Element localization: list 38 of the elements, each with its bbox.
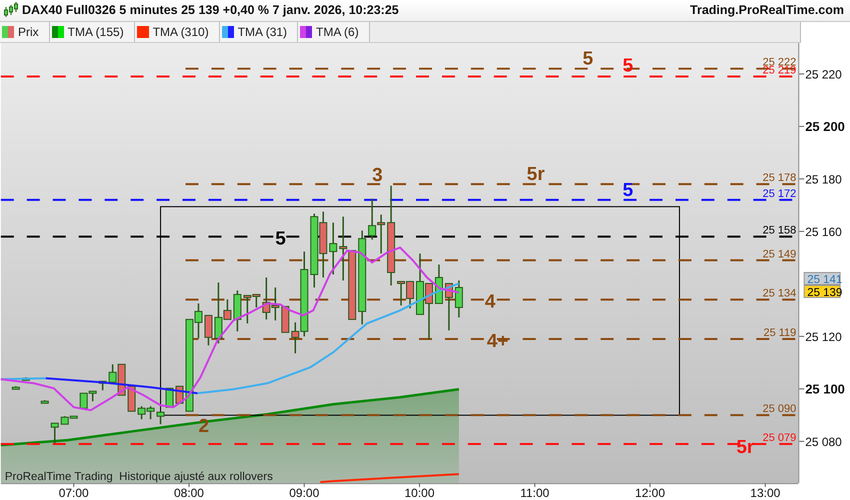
x-axis-label: 09:00 bbox=[289, 486, 320, 500]
footer-note: ProRealTime Trading Historique ajusté aux rollovers bbox=[4, 471, 273, 484]
chart-title: DAX40 Full0326 5 minutes 25 139 +0,40 % 7 janv. 2026, 10:23:25 bbox=[22, 3, 399, 18]
wave-label: 3 bbox=[372, 165, 383, 186]
site-name: Trading.ProRealTime.com bbox=[690, 3, 844, 18]
wave-label: 5 bbox=[622, 180, 634, 201]
y-axis-label: 25 180 bbox=[805, 172, 842, 186]
y-axis-label: 25 100 bbox=[805, 381, 845, 396]
y-axis-label: 25 120 bbox=[805, 330, 842, 344]
wave-label: 4 bbox=[484, 292, 496, 313]
candlestick-icon bbox=[4, 2, 18, 18]
level-price-label: 25 158 bbox=[762, 224, 796, 237]
level-price-label: 25 178 bbox=[762, 172, 796, 184]
y-axis-label: 25 080 bbox=[805, 434, 842, 449]
level-price-label: 25 079 bbox=[762, 432, 796, 444]
legend-item[interactable]: TMA (155) bbox=[50, 22, 135, 42]
x-axis-label: 07:00 bbox=[58, 486, 89, 500]
wave-label: 5 bbox=[582, 48, 594, 70]
level-price-label: 25 090 bbox=[762, 403, 796, 416]
level-price-label: 25 149 bbox=[762, 248, 796, 260]
legend-item[interactable]: Prix bbox=[0, 22, 50, 42]
level-price-label: 25 172 bbox=[762, 188, 796, 200]
wave-label: 5 bbox=[275, 228, 286, 250]
level-price-label: 25 134 bbox=[762, 288, 796, 300]
x-axis-label: 13:00 bbox=[750, 486, 780, 500]
x-axis-label: 12:00 bbox=[635, 486, 665, 500]
level-price-label: 25 119 bbox=[763, 326, 796, 339]
x-axis-label: 11:00 bbox=[520, 486, 550, 500]
price-badge: 25 141 bbox=[804, 272, 842, 286]
x-axis-label: 10:00 bbox=[404, 486, 434, 500]
legend-item[interactable]: TMA (310) bbox=[134, 22, 220, 42]
legend-item[interactable]: TMA (31) bbox=[220, 22, 298, 42]
y-axis-label: 25 160 bbox=[805, 224, 842, 239]
legend-item[interactable]: TMA (6) bbox=[298, 22, 370, 42]
x-axis-label: 08:00 bbox=[174, 486, 204, 500]
y-axis-label: 25 220 bbox=[805, 67, 842, 82]
wave-label: 5r bbox=[526, 164, 545, 186]
y-axis-label: 25 200 bbox=[805, 118, 845, 134]
